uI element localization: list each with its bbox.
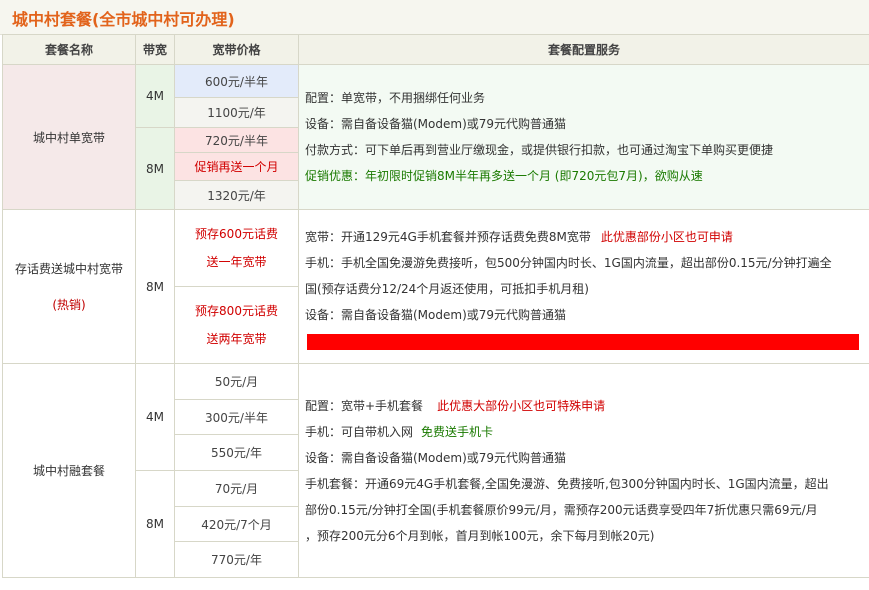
service-plan-cont: ，预存200元分6个月到帐，首月到帐100元，余下每月到帐20元) bbox=[305, 528, 655, 543]
package-name: 城中村融套餐 bbox=[2, 363, 136, 578]
header-price: 宽带价格 bbox=[174, 34, 299, 65]
service-broadband: 宽带：开通129元4G手机套餐并预存话费免费8M宽带 此优惠部份小区也可申请 bbox=[305, 229, 733, 244]
price-option[interactable]: 300元/半年 bbox=[174, 399, 299, 435]
promo-note: 此优惠部份小区也可申请 bbox=[600, 229, 733, 244]
service-config: 配置：宽带+手机套餐 此优惠大部份小区也可特殊申请 bbox=[305, 398, 606, 413]
price-option[interactable]: 50元/月 bbox=[174, 363, 299, 400]
bandwidth-cell: 4M bbox=[135, 363, 175, 471]
header-name: 套餐名称 bbox=[2, 34, 136, 65]
service-payment: 付款方式：可下单后再到营业厅缴现金，或提供银行扣款，也可通过淘宝下单购买更便捷 bbox=[305, 143, 774, 157]
bandwidth-cell: 8M bbox=[135, 127, 175, 210]
bandwidth-cell: 8M bbox=[135, 470, 175, 578]
price-option[interactable]: 550元/年 bbox=[174, 434, 299, 471]
bandwidth-cell: 8M bbox=[135, 209, 175, 364]
service-device: 设备：需自备设备猫(Modem)或79元代购普通猫 bbox=[305, 117, 567, 131]
offer-line: 预存600元话费 bbox=[195, 227, 278, 241]
services-cell: 配置：单宽带，不用捆绑任何业务 设备：需自备设备猫(Modem)或79元代购普通… bbox=[298, 64, 869, 210]
service-phone-cont: 国(预存话费分12/24个月返还使用，可抵扣手机月租) bbox=[305, 281, 589, 296]
price-option[interactable]: 770元/年 bbox=[174, 541, 299, 578]
price-option[interactable]: 1320元/年 bbox=[174, 180, 299, 210]
service-device: 设备：需自备设备猫(Modem)或79元代购普通猫 bbox=[305, 307, 567, 322]
package-table: 套餐名称 带宽 宽带价格 套餐配置服务 城中村单宽带 4M 600元/半年 配置… bbox=[2, 34, 869, 578]
offer-option[interactable]: 预存600元话费 送一年宽带 bbox=[174, 209, 299, 287]
offer-line: 送两年宽带 bbox=[206, 332, 267, 346]
service-plan-cont: 部份0.15元/分钟打全国(手机套餐原价99元/月，需预存200元话费享受四年7… bbox=[305, 502, 818, 517]
service-device: 设备：需自备设备猫(Modem)或79元代购普通猫 bbox=[305, 450, 567, 465]
service-config: 配置：单宽带，不用捆绑任何业务 bbox=[305, 91, 486, 105]
page-title: 城中村套餐(全市城中村可办理) bbox=[12, 10, 235, 29]
header-bandwidth: 带宽 bbox=[135, 34, 175, 65]
service-promo: 促销优惠：年初限时促销8M半年再多送一个月 (即720元包7月)，欲购从速 bbox=[305, 169, 703, 183]
promo-note: 此优惠大部份小区也可特殊申请 bbox=[437, 398, 606, 413]
offer-option[interactable]: 预存800元话费 送两年宽带 bbox=[174, 286, 299, 364]
service-phone: 手机：可自带机入网 免费送手机卡 bbox=[305, 424, 494, 439]
price-option[interactable]: 720元/半年 bbox=[174, 127, 299, 153]
service-phone: 手机：手机全国免漫游免费接听，包500分钟国内时长、1G国内流量，超出部份0.1… bbox=[305, 255, 832, 270]
red-banner bbox=[307, 333, 859, 350]
services-cell: 宽带：开通129元4G手机套餐并预存话费免费8M宽带 此优惠部份小区也可申请 手机… bbox=[298, 209, 869, 364]
header-services: 套餐配置服务 bbox=[298, 34, 869, 65]
package-name: 存话费送城中村宽带 bbox=[14, 261, 123, 276]
price-option[interactable]: 1100元/年 bbox=[174, 97, 299, 128]
table-row: 城中村融套餐 4M 50元/月 配置：宽带+手机套餐 此优惠大部份小区也可特殊申请… bbox=[2, 363, 869, 578]
offer-line: 送一年宽带 bbox=[206, 255, 267, 269]
title-bar: 城中村套餐(全市城中村可办理) bbox=[0, 0, 869, 35]
price-option[interactable]: 420元/7个月 bbox=[174, 506, 299, 542]
package-name: 城中村单宽带 bbox=[2, 64, 136, 210]
offer-line: 预存800元话费 bbox=[195, 304, 278, 318]
free-sim-note: 免费送手机卡 bbox=[421, 424, 494, 439]
price-option[interactable]: 600元/半年 bbox=[174, 64, 299, 98]
service-plan: 手机套餐：开通69元4G手机套餐,全国免漫游、免费接听,包300分钟国内时长、1… bbox=[305, 476, 829, 491]
bandwidth-cell: 4M bbox=[135, 64, 175, 128]
promo-label: 促销再送一个月 bbox=[174, 152, 299, 181]
services-cell: 配置：宽带+手机套餐 此优惠大部份小区也可特殊申请 手机：可自带机入网 免费送手机卡… bbox=[298, 363, 869, 578]
hot-badge: (热销) bbox=[52, 297, 86, 312]
table-row: 城中村单宽带 4M 600元/半年 配置：单宽带，不用捆绑任何业务 设备：需自备… bbox=[2, 64, 869, 210]
package-name-cell: 存话费送城中村宽带 (热销) bbox=[2, 209, 136, 364]
header-row: 套餐名称 带宽 宽带价格 套餐配置服务 bbox=[2, 34, 869, 65]
table-row: 存话费送城中村宽带 (热销) 8M 预存600元话费 送一年宽带 宽带：开通12… bbox=[2, 209, 869, 364]
price-option[interactable]: 70元/月 bbox=[174, 470, 299, 507]
